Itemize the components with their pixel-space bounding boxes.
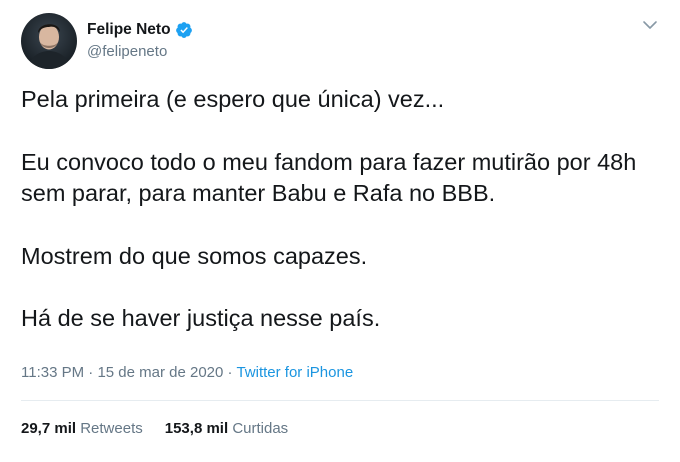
likes-count: 153,8 mil [164,420,229,437]
tweet-paragraph: Há de se haver justiça nesse país. [21,305,381,331]
meta-separator: · [227,364,233,381]
tweet-stats: 29,7 mil Retweets 153,8 mil Curtidas [21,420,310,437]
name-row: Felipe Neto [87,20,193,40]
tweet-date[interactable]: 15 de mar de 2020 [97,364,223,381]
retweets-stat[interactable]: 29,7 mil Retweets [21,420,143,437]
tweet-time[interactable]: 11:33 PM [21,364,84,381]
tweet-meta: 11:33 PM · 15 de mar de 2020 · Twitter f… [21,364,353,381]
tweet-card: Felipe Neto @felipeneto Pela primeira (e… [0,0,680,462]
likes-label: Curtidas [232,420,289,437]
verified-badge-icon [175,21,193,39]
divider [21,400,659,401]
display-name[interactable]: Felipe Neto [87,21,171,39]
likes-stat[interactable]: 153,8 mil Curtidas [165,420,288,437]
meta-separator: · [88,364,94,381]
tweet-source-link[interactable]: Twitter for iPhone [236,364,353,381]
retweets-label: Retweets [80,420,143,437]
user-info: Felipe Neto @felipeneto [87,20,193,60]
chevron-down-icon[interactable] [642,18,658,30]
avatar[interactable] [21,13,77,69]
tweet-paragraph: Eu convoco todo o meu fandom para fazer … [21,148,637,207]
tweet-paragraph: Mostrem do que somos capazes. [21,242,368,269]
tweet-text: Pela primeira (e espero que única) vez..… [21,84,661,366]
retweets-count: 29,7 mil [21,420,77,437]
tweet-paragraph: Pela primeira (e espero que única) vez..… [21,86,445,112]
user-handle[interactable]: @felipeneto [87,43,193,60]
tweet-header: Felipe Neto @felipeneto [21,13,662,71]
avatar-image [21,13,77,69]
